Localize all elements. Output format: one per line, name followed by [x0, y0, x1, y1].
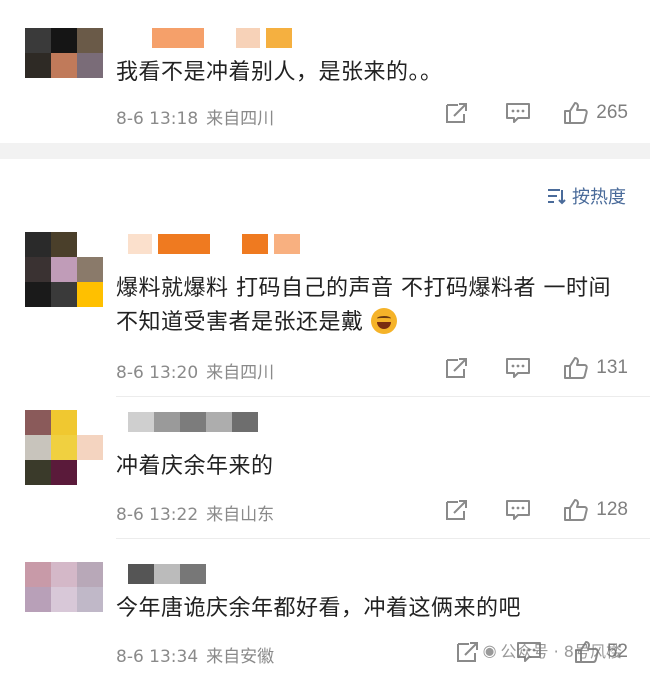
comment-date: 8-6 13:18 — [116, 109, 199, 129]
comment-meta: 8-6 13:20 来自四川 — [116, 358, 274, 383]
share-icon[interactable] — [444, 356, 470, 380]
comment-actions: 131 — [444, 355, 628, 381]
comment-date: 8-6 13:22 — [116, 505, 199, 525]
username[interactable] — [128, 234, 300, 254]
comment-meta: 8-6 13:18 来自四川 — [116, 104, 274, 129]
like-count: 131 — [596, 357, 628, 378]
avatar[interactable] — [25, 28, 103, 78]
like-count: 128 — [596, 499, 628, 520]
avatar[interactable] — [25, 232, 103, 307]
username[interactable] — [152, 28, 292, 48]
share-icon[interactable] — [444, 498, 470, 522]
comment-text: 冲着庆余年来的 — [116, 454, 274, 479]
comment-actions: 128 — [444, 497, 628, 523]
comment-actions: 265 — [444, 100, 628, 126]
sort-icon — [548, 189, 566, 205]
comment-location: 来自安徽 — [206, 647, 275, 667]
share-icon[interactable] — [455, 640, 481, 664]
sort-by-hot-button[interactable]: 按热度 — [546, 183, 626, 209]
sort-label: 按热度 — [572, 187, 626, 208]
comment-meta: 8-6 13:22 来自山东 — [116, 500, 274, 525]
divider — [116, 538, 650, 539]
thumbs-up-icon — [564, 357, 589, 379]
section-divider — [0, 143, 650, 159]
avatar[interactable] — [25, 410, 103, 485]
comment-location: 来自四川 — [206, 363, 275, 383]
thumbs-up-icon — [564, 102, 589, 124]
avatar[interactable] — [25, 562, 103, 612]
comment-text: 爆料就爆料 打码自己的声音 不打码爆料者 一时间不知道受害者是张还是戴 — [116, 272, 626, 340]
comment-date: 8-6 13:34 — [116, 647, 199, 667]
wechat-icon: ◉ — [482, 640, 497, 660]
thumbs-up-icon — [564, 499, 589, 521]
username[interactable] — [128, 412, 258, 432]
watermark-text: 公众号 · 8号风楼 — [500, 642, 622, 661]
like-button[interactable]: 128 — [562, 497, 628, 523]
comment-date: 8-6 13:20 — [116, 363, 199, 383]
comment-icon[interactable] — [504, 498, 532, 522]
comment-icon[interactable] — [504, 356, 532, 380]
like-button[interactable]: 131 — [562, 355, 628, 381]
comment-text: 我看不是冲着别人，是张来的。。 — [116, 60, 443, 85]
comment-text-content: 爆料就爆料 打码自己的声音 不打码爆料者 一时间不知道受害者是张还是戴 — [116, 276, 611, 335]
like-count: 265 — [596, 102, 628, 123]
comment-location: 来自山东 — [206, 505, 275, 525]
username[interactable] — [128, 564, 206, 584]
comment-icon[interactable] — [504, 101, 532, 125]
comment-text: 今年唐诡庆余年都好看，冲着这俩来的吧 — [116, 596, 522, 621]
comment-location: 来自四川 — [206, 109, 275, 129]
laughing-emoji-icon — [371, 308, 398, 334]
divider — [116, 396, 650, 397]
comment-meta: 8-6 13:34 来自安徽 — [116, 642, 274, 667]
like-button[interactable]: 265 — [562, 100, 628, 126]
share-icon[interactable] — [444, 101, 470, 125]
watermark: ◉ 公众号 · 8号风楼 — [483, 638, 622, 662]
